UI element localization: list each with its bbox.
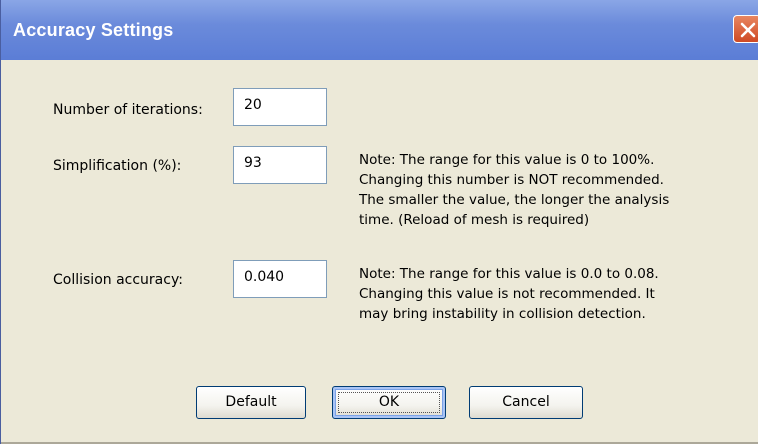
dialog-title: Accuracy Settings	[13, 20, 174, 40]
iterations-label: Number of iterations:	[53, 102, 203, 118]
focus-rectangle	[338, 392, 440, 413]
collision-note-line: Changing this value is not recommended. …	[359, 286, 655, 302]
simplification-input[interactable]: 93	[233, 146, 327, 184]
simplification-note-line: Note: The range for this value is 0 to 1…	[359, 152, 655, 168]
iterations-input[interactable]: 20	[233, 88, 327, 126]
collision-note-line: may bring instability in collision detec…	[359, 306, 646, 322]
collision-label: Collision accuracy:	[53, 272, 183, 288]
simplification-note: Note: The range for this value is 0 to 1…	[359, 150, 754, 230]
close-icon	[740, 22, 756, 38]
title-bar[interactable]: Accuracy Settings	[1, 0, 758, 60]
collision-note: Note: The range for this value is 0.0 to…	[359, 264, 754, 324]
simplification-note-line: The smaller the value, the longer the an…	[359, 192, 670, 208]
default-button[interactable]: Default	[196, 386, 306, 419]
simplification-note-line: time. (Reload of mesh is required)	[359, 212, 590, 228]
collision-note-line: Note: The range for this value is 0.0 to…	[359, 266, 659, 282]
collision-input[interactable]: 0.040	[233, 260, 327, 298]
accuracy-settings-dialog: Accuracy Settings Number of iterations: …	[0, 0, 758, 444]
simplification-note-line: Changing this number is NOT recommended.	[359, 172, 664, 188]
cancel-button[interactable]: Cancel	[469, 386, 583, 419]
ok-button[interactable]: OK	[332, 386, 446, 419]
simplification-label: Simplification (%):	[53, 158, 182, 174]
close-button[interactable]	[733, 15, 758, 43]
dialog-body: Number of iterations: 20 Simplification …	[1, 60, 758, 444]
